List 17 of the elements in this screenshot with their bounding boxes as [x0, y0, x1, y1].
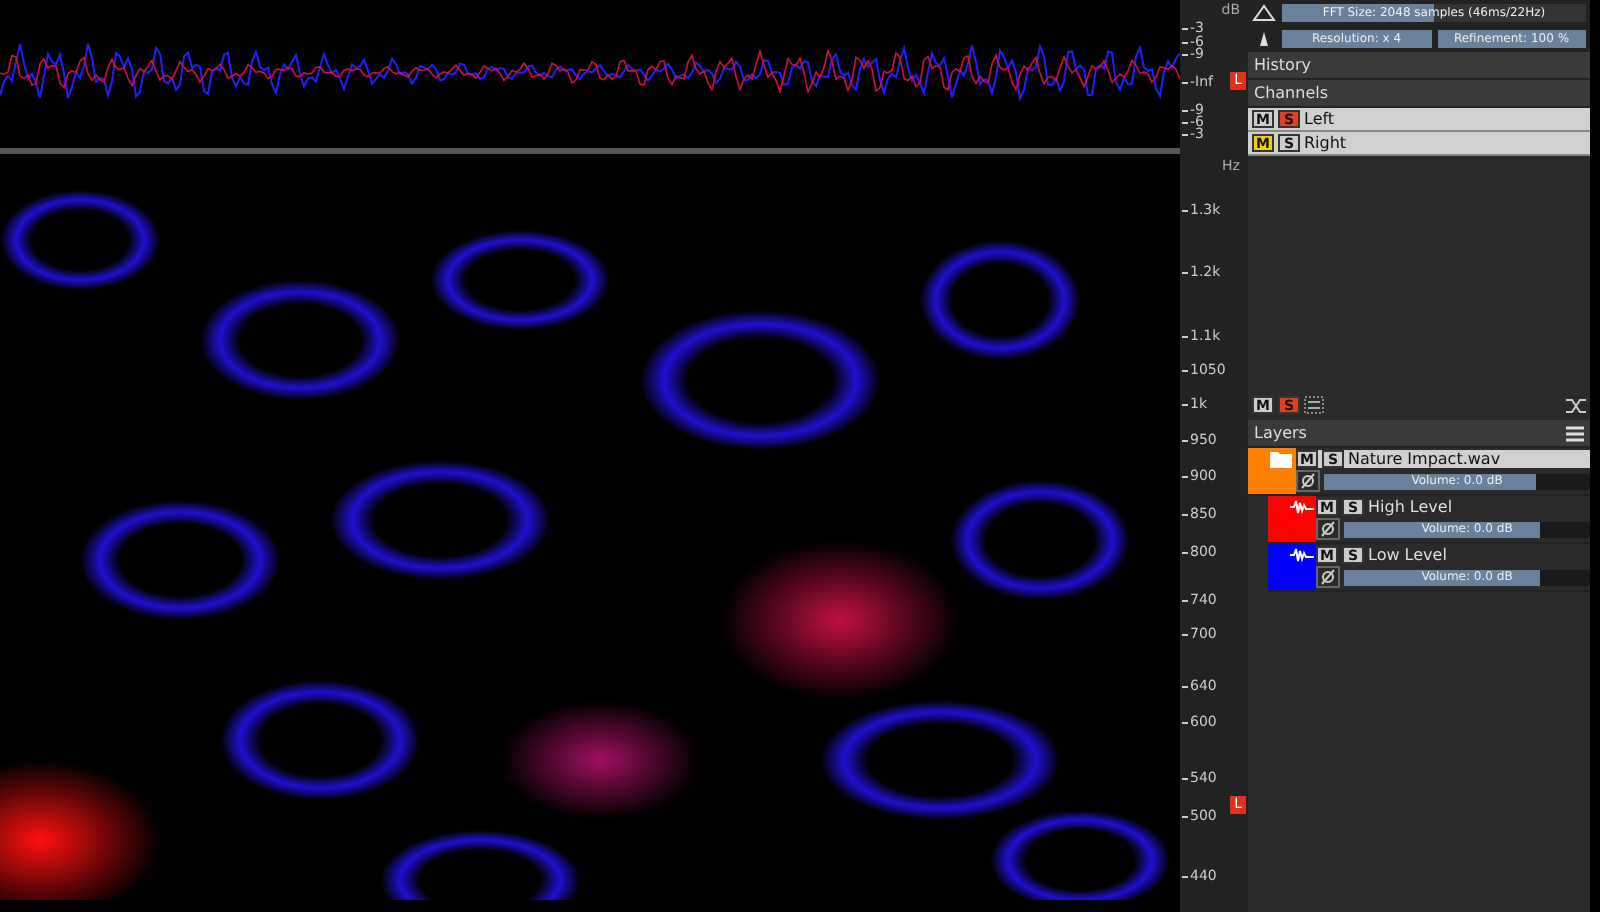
layer-name[interactable]: Nature Impact.wav [1348, 450, 1501, 468]
channel-name[interactable]: Right [1304, 134, 1347, 152]
history-header[interactable]: History [1248, 52, 1590, 80]
list-icon[interactable] [1304, 396, 1324, 414]
phase-icon[interactable] [1296, 470, 1320, 492]
phase-icon[interactable] [1316, 566, 1340, 588]
waveform-icon [1290, 546, 1314, 564]
channels-header[interactable]: Channels [1248, 80, 1590, 108]
channel-name[interactable]: Left [1304, 110, 1335, 128]
triangle-icon[interactable] [1252, 4, 1276, 22]
waveform-icon [1290, 498, 1314, 516]
menu-icon[interactable] [1566, 425, 1584, 441]
phase-icon[interactable] [1316, 518, 1340, 540]
layer-name[interactable]: Low Level [1368, 546, 1447, 564]
layers-header: Layers [1254, 424, 1307, 442]
shuffle-icon[interactable] [1566, 397, 1586, 413]
layer-name[interactable]: High Level [1368, 498, 1453, 516]
